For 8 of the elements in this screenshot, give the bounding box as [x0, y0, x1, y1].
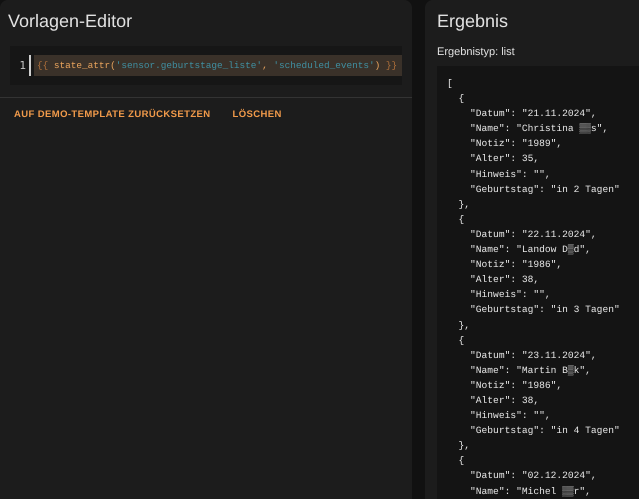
panel-title: Vorlagen-Editor: [7, 10, 134, 32]
line-number: 1: [10, 55, 31, 76]
result-type-label: Ergebnistyp: list: [437, 46, 516, 58]
result-output: [ { "Datum": "21.11.2024", "Name": "Christina ▒▒s", "Notiz": "1989", "Alter": 35, "Hinweis": "", "Geburtstag": "in 2 Tagen" }, { "Datum": "22.11.2024", "Name": "Landow D▒d", "Notiz": "1986", "Alter": 38, "Hinweis": "", "Geburtstag": "in 3 Tagen" }, { "Datum": "23.11.2024", "Name": "Martin B▒k", "Notiz": "1986", "Alter": 38, "Hinweis": "", "Geburtstag": "in 4 Tagen" }, { "Datum": "02.12.2024", "Name": "Michel ▒▒r",: [437, 66, 639, 499]
text-button[interactable]: LÖSCHEN: [224, 106, 290, 123]
text-button[interactable]: AUF DEMO-TEMPLATE ZURÜCKSETZEN: [6, 106, 219, 123]
panel-title: Ergebnis: [437, 10, 510, 32]
code-editor[interactable]: 1 {{ state_attr('sensor.geburtstage_liste', 'scheduled_events') }}: [10, 46, 402, 85]
